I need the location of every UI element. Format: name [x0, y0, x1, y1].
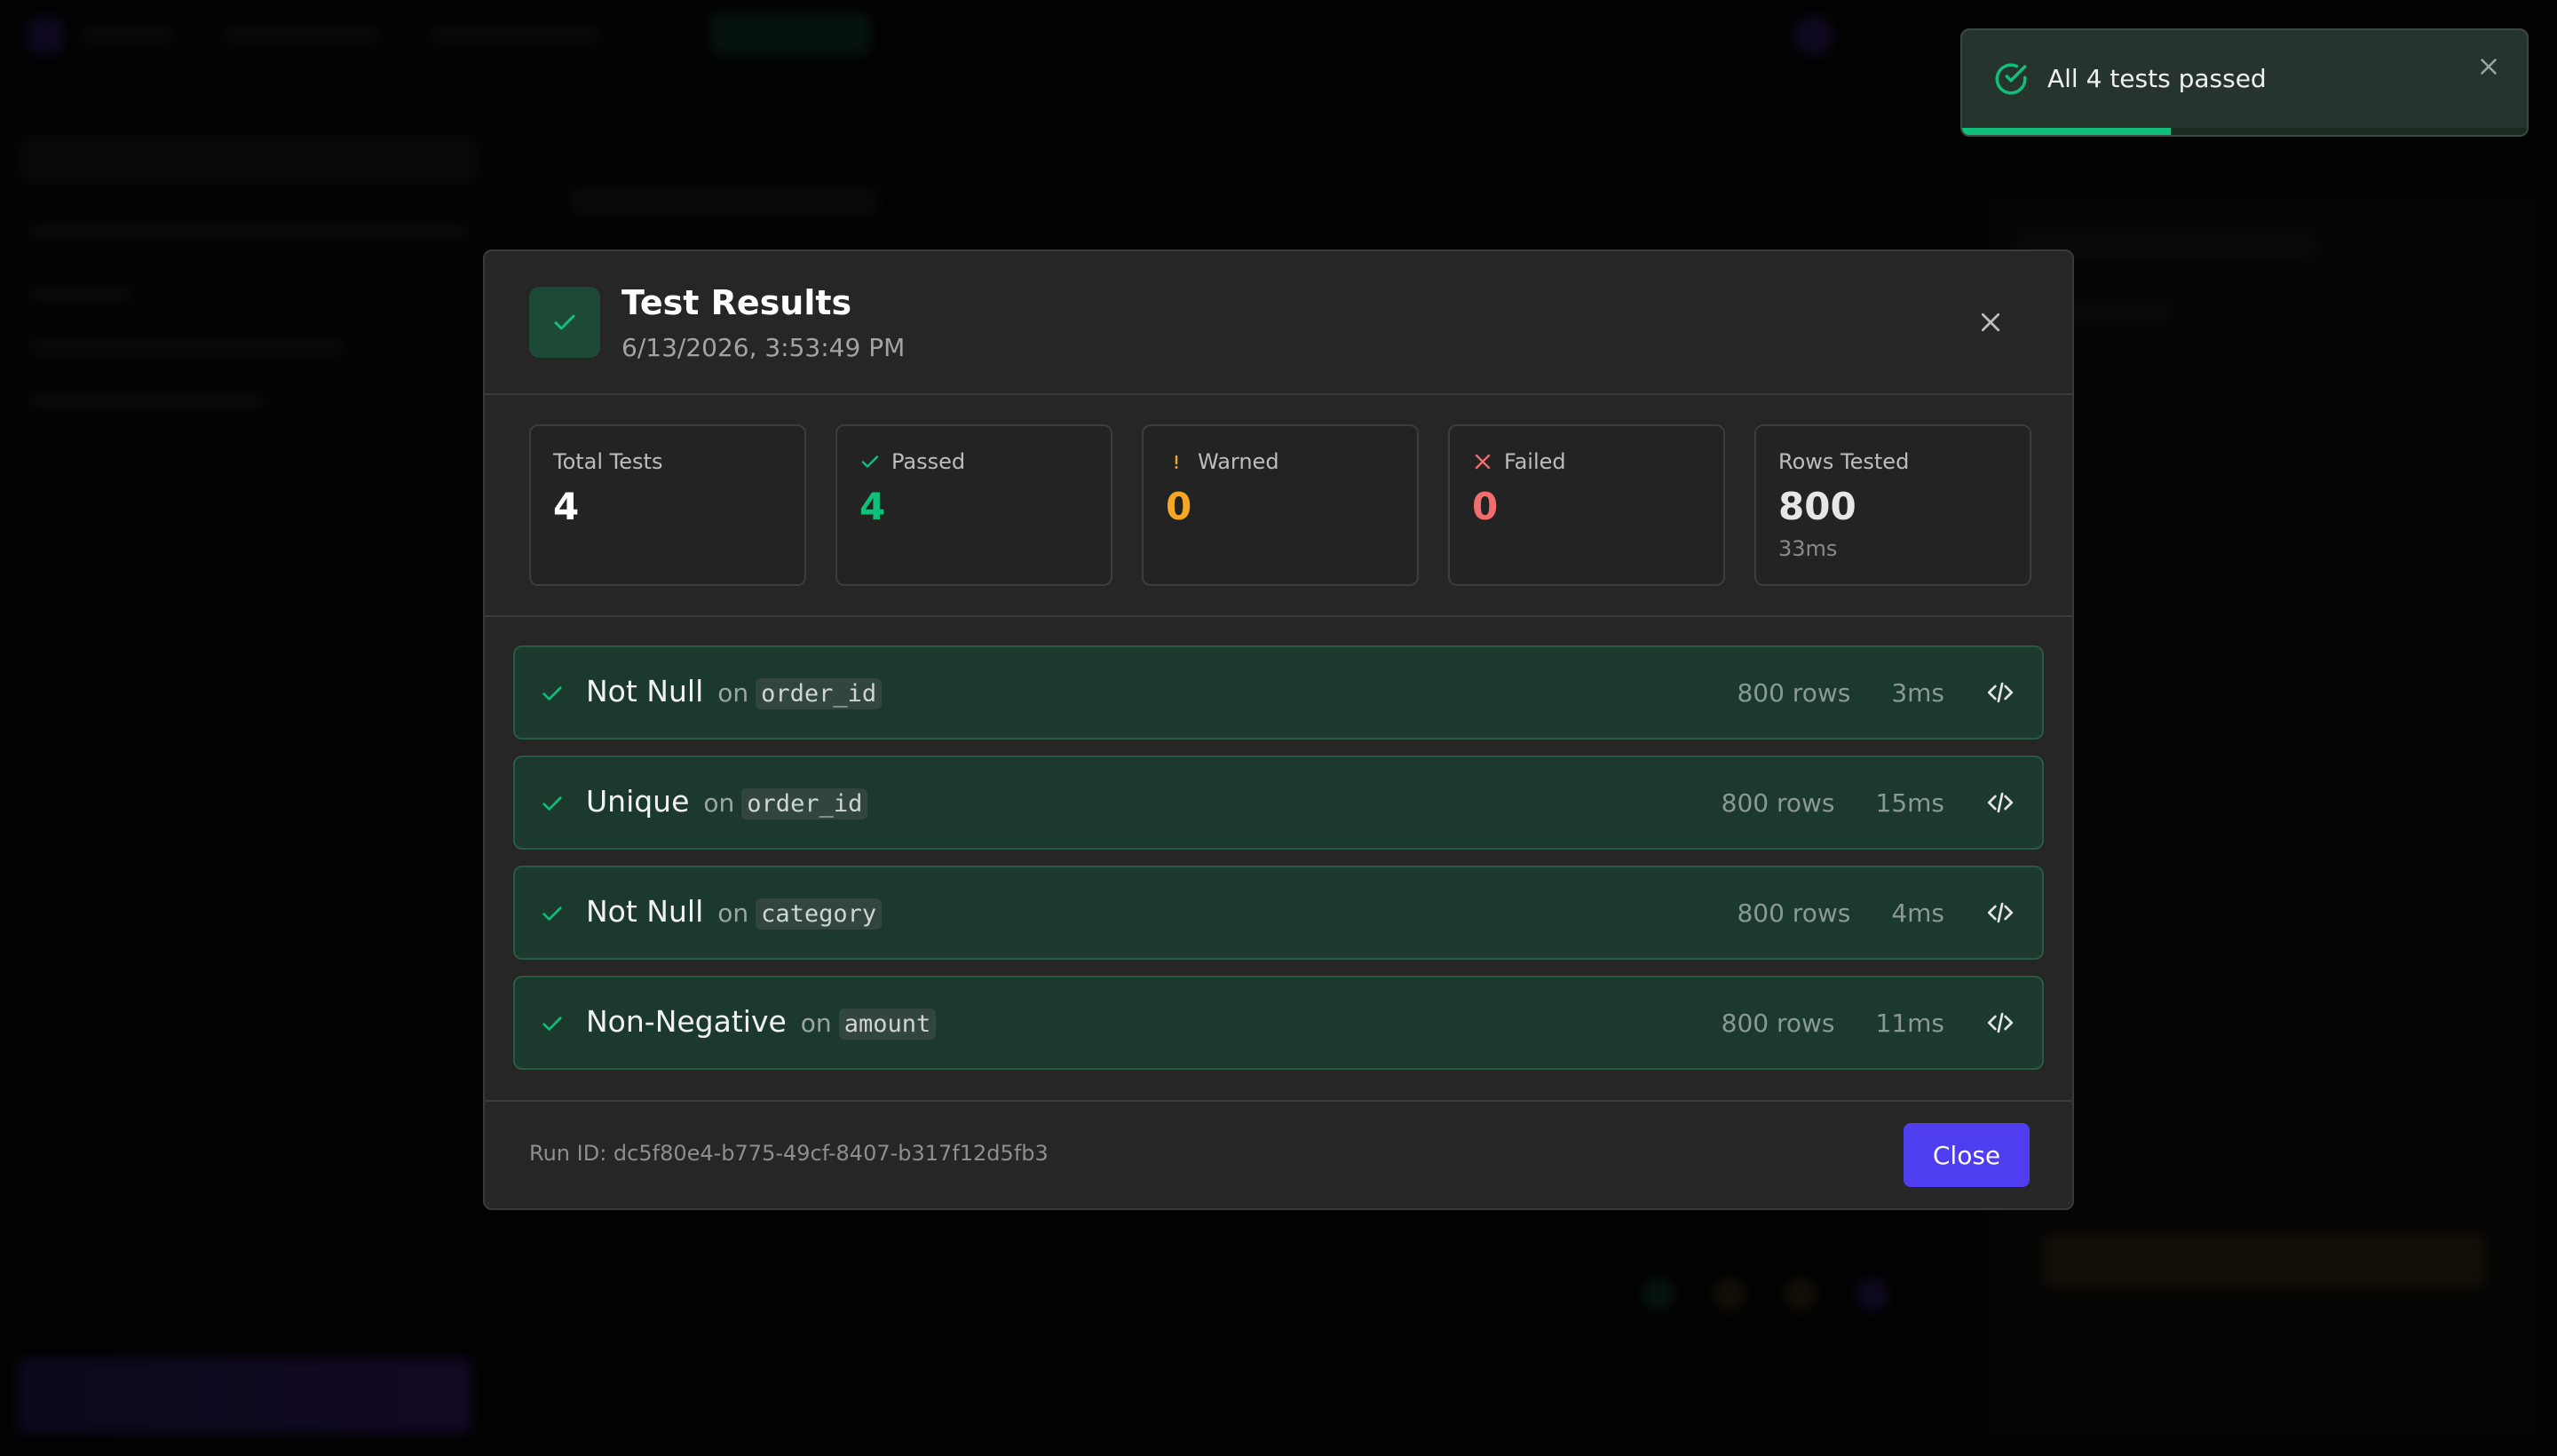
test-column: order_id: [741, 788, 868, 819]
check-icon: [542, 1017, 562, 1031]
code-icon[interactable]: [1985, 1008, 2015, 1038]
check-icon: [542, 906, 562, 921]
test-results-modal: Test Results 6/13/2026, 3:53:49 PM Total…: [483, 249, 2074, 1210]
stat-label-text: Passed: [891, 449, 966, 474]
stat-value: 0: [1472, 485, 1499, 528]
test-column: category: [756, 898, 883, 930]
stat-card-warned: Warned 0: [1142, 424, 1419, 586]
test-on-label: on: [717, 898, 749, 928]
test-title: Non-Negative on amount: [586, 1004, 937, 1040]
stat-label: Total Tests: [553, 449, 662, 474]
stat-card-total: Total Tests 4: [529, 424, 806, 586]
check-icon: [554, 314, 575, 330]
code-icon[interactable]: [1985, 898, 2015, 928]
stat-label: Failed: [1472, 449, 1566, 474]
test-duration: 3ms: [1891, 677, 1944, 708]
stat-value: 0: [1166, 485, 1192, 528]
close-icon[interactable]: [2475, 53, 2502, 80]
check-icon: [861, 455, 879, 468]
test-meta: 800 rows 3ms: [1737, 677, 2015, 708]
stat-card-rows: Rows Tested 800 33ms: [1754, 424, 2031, 586]
stat-value: 4: [859, 485, 886, 528]
test-row[interactable]: Not Null on category 800 rows 4ms: [513, 866, 2044, 960]
toast-message: All 4 tests passed: [2047, 64, 2267, 93]
check-circle-icon: [1995, 63, 2027, 95]
test-column: order_id: [756, 678, 883, 709]
stat-value: 800: [1778, 485, 1856, 528]
summary-stats: Total Tests 4 Passed 4 Warned 0 Failed 0…: [485, 395, 2072, 617]
stat-label-text: Warned: [1198, 449, 1279, 474]
warning-icon: [1175, 455, 1178, 469]
toast-progress: [1962, 128, 2527, 135]
test-on-label: on: [717, 678, 749, 708]
check-icon: [542, 686, 562, 700]
x-icon: [1475, 454, 1491, 470]
modal-timestamp: 6/13/2026, 3:53:49 PM: [621, 333, 906, 362]
modal-title: Test Results: [621, 283, 852, 322]
test-duration: 4ms: [1891, 898, 1944, 928]
test-list: Not Null on order_id 800 rows 3ms Unique…: [513, 645, 2044, 1086]
test-meta: 800 rows 11ms: [1722, 1008, 2015, 1038]
close-icon: [1981, 313, 2000, 332]
test-row[interactable]: Unique on order_id 800 rows 15ms: [513, 756, 2044, 850]
toast-progress-fill: [1962, 128, 2172, 135]
test-rows: 800 rows: [1737, 677, 1851, 708]
test-rows: 800 rows: [1721, 787, 1835, 818]
stat-label-text: Total Tests: [553, 449, 663, 474]
test-column: amount: [838, 1009, 937, 1040]
test-title: Not Null on order_id: [586, 674, 883, 709]
stat-card-failed: Failed 0: [1448, 424, 1725, 586]
stat-label-text: Rows Tested: [1778, 449, 1910, 474]
test-row[interactable]: Not Null on order_id 800 rows 3ms: [513, 645, 2044, 740]
stat-duration: 33ms: [1778, 536, 1838, 561]
status-badge: [529, 287, 600, 358]
stat-label: Passed: [859, 449, 965, 474]
modal-header: Test Results 6/13/2026, 3:53:49 PM: [485, 251, 2072, 395]
code-icon[interactable]: [1985, 787, 2015, 818]
test-meta: 800 rows 4ms: [1737, 898, 2015, 928]
run-id: Run ID: dc5f80e4-b775-49cf-8407-b317f12d…: [529, 1141, 1049, 1166]
test-name: Unique: [586, 784, 690, 819]
modal-footer: Run ID: dc5f80e4-b775-49cf-8407-b317f12d…: [485, 1100, 2072, 1208]
code-icon[interactable]: [1985, 677, 2015, 708]
test-name: Non-Negative: [586, 1004, 787, 1039]
check-icon: [542, 796, 562, 811]
modal-close-button[interactable]: [1971, 303, 2010, 342]
test-rows: 800 rows: [1737, 898, 1851, 928]
close-button[interactable]: Close: [1904, 1123, 2030, 1187]
test-name: Not Null: [586, 674, 704, 708]
stat-label: Rows Tested: [1778, 449, 1909, 474]
stat-card-passed: Passed 4: [835, 424, 1112, 586]
stat-value: 4: [553, 485, 580, 528]
stat-label-text: Failed: [1504, 449, 1566, 474]
test-title: Unique on order_id: [586, 784, 868, 819]
test-title: Not Null on category: [586, 894, 883, 930]
test-name: Not Null: [586, 894, 704, 929]
test-meta: 800 rows 15ms: [1722, 787, 2015, 818]
test-on-label: on: [800, 1009, 832, 1038]
test-duration: 11ms: [1875, 1008, 1945, 1038]
toast-notification: All 4 tests passed: [1960, 28, 2529, 137]
test-rows: 800 rows: [1721, 1008, 1835, 1038]
test-duration: 15ms: [1875, 787, 1945, 818]
test-row[interactable]: Non-Negative on amount 800 rows 11ms: [513, 976, 2044, 1070]
test-on-label: on: [703, 788, 735, 818]
stat-label: Warned: [1166, 449, 1279, 474]
